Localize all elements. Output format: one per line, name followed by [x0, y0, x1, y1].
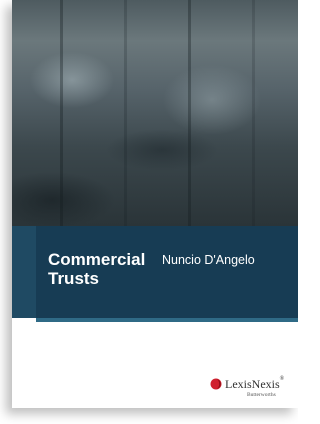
page: Commercial Trusts Nuncio D'Angelo LexisN…	[0, 0, 298, 424]
publisher-name: LexisNexis®	[225, 376, 285, 391]
publisher-logo: LexisNexis® Butterworths	[210, 376, 284, 399]
cover-texture-image	[12, 0, 298, 226]
title-band-edge	[12, 226, 36, 318]
publisher-imprint: Butterworths	[247, 392, 276, 398]
book-author: Nuncio D'Angelo	[162, 253, 255, 267]
book-title-line-1: Commercial	[48, 250, 146, 269]
title-band-stripe	[36, 318, 298, 322]
book-title-line-2: Trusts	[48, 269, 100, 288]
lexisnexis-logo-icon	[210, 378, 222, 390]
book-title: Commercial Trusts	[48, 250, 145, 288]
book-cover: Commercial Trusts Nuncio D'Angelo LexisN…	[12, 0, 298, 408]
